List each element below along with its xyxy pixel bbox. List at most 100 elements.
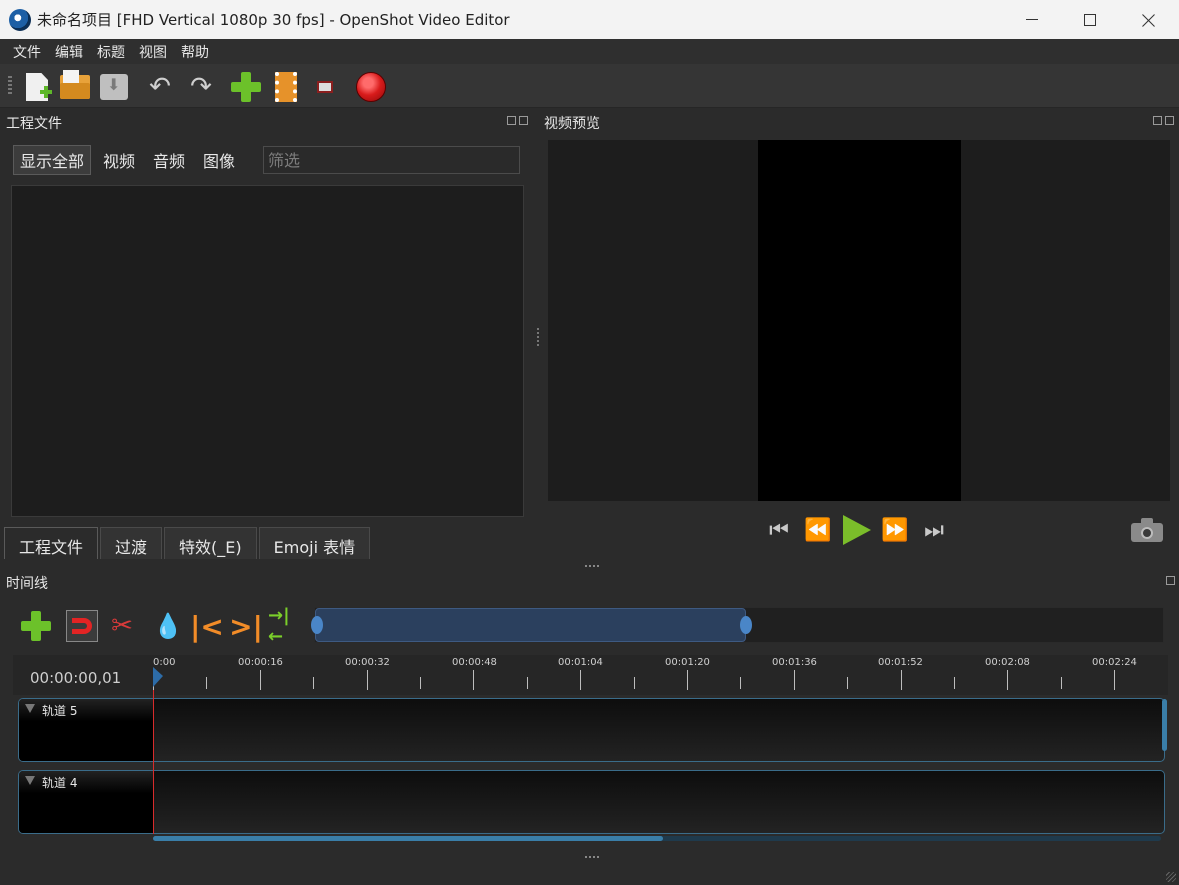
undo-button[interactable]: ↶ [143,70,177,104]
float-dock-icon[interactable] [507,116,516,125]
next-marker-button[interactable]: >| [229,609,263,643]
save-project-button[interactable] [97,70,131,104]
add-track-icon [21,611,51,641]
float-dock-icon[interactable] [1153,116,1162,125]
plus-badge-icon [40,86,52,98]
ruler-tick [580,670,582,690]
minimize-button[interactable] [1003,0,1061,39]
zoom-handle-right[interactable] [740,616,752,634]
ruler-tick [954,677,955,689]
timeline-ruler[interactable]: 00:00:00,01 0:00 00:00:16 00:00:32 00:00… [13,655,1168,695]
menu-title[interactable]: 标题 [90,42,132,62]
menu-help[interactable]: 帮助 [174,42,216,62]
window-title-bar: 未命名项目 [FHD Vertical 1080p 30 fps] - Open… [0,0,1179,39]
save-frame-button[interactable] [1131,518,1163,542]
close-dock-icon[interactable] [1165,116,1174,125]
ruler-tick [1114,670,1116,690]
ruler-tick [313,677,315,689]
close-dock-icon[interactable] [519,116,528,125]
bottom-splitter[interactable] [585,856,601,858]
maximize-button[interactable] [1061,0,1119,39]
export-video-button[interactable] [354,70,388,104]
open-project-button[interactable] [58,70,92,104]
redo-button[interactable]: ↷ [184,70,218,104]
scissors-icon: ✂ [111,611,133,641]
track-header[interactable]: 轨道 5 [19,699,154,761]
skip-back-icon: ⏮ [769,517,789,543]
menu-view[interactable]: 视图 [132,42,174,62]
playhead-line [153,690,154,834]
center-on-playhead-icon: →|← [268,605,290,647]
jump-to-start-button[interactable]: ⏮ [763,513,795,547]
previous-marker-button[interactable]: |< [190,609,224,643]
timeline-zoom-slider[interactable] [311,607,1164,643]
fast-forward-button[interactable]: ⏩ [879,513,911,547]
save-project-icon [100,74,128,100]
video-preview-dock-title: 视频预览 [544,116,600,132]
ruler-label: 00:01:36 [772,657,817,668]
track-name: 轨道 5 [42,704,78,718]
track-row[interactable]: 轨道 5 [18,698,1165,762]
close-icon [1142,13,1156,27]
vertical-splitter[interactable] [537,328,539,346]
close-button[interactable] [1120,0,1178,39]
zoom-handle-left[interactable] [311,616,323,634]
play-button[interactable] [841,513,873,547]
horizontal-splitter[interactable] [585,565,601,567]
filter-input[interactable] [263,146,520,174]
ruler-label: 00:02:24 [1092,657,1137,668]
menu-file[interactable]: 文件 [6,42,48,62]
minimize-icon [1026,19,1038,20]
toolbar-grip[interactable] [8,76,12,96]
preview-dock-controls [1153,116,1174,125]
center-timeline-button[interactable]: →|← [268,605,302,647]
fullscreen-button[interactable] [308,70,342,104]
filter-image[interactable]: 图像 [197,146,241,174]
rewind-icon: ⏪ [804,517,832,543]
snapping-toggle[interactable] [65,609,99,643]
ruler-tick [526,677,528,689]
float-dock-icon[interactable] [1166,576,1175,585]
zoom-range[interactable] [315,608,746,642]
project-files-dock-controls [507,116,528,125]
ruler-tick [793,670,795,690]
filter-show-all[interactable]: 显示全部 [13,145,92,175]
track-collapse-icon[interactable] [25,704,35,713]
rewind-button[interactable]: ⏪ [802,513,834,547]
file-filter-bar: 显示全部 视频 音频 图像 [13,144,523,176]
main-toolbar: ↶ ↷ [0,64,1179,108]
menu-edit[interactable]: 编辑 [48,42,90,62]
timeline-horizontal-scrollbar[interactable] [153,836,663,841]
ruler-tick [633,677,635,689]
window-title: 未命名项目 [FHD Vertical 1080p 30 fps] - Open… [37,11,510,29]
add-marker-button[interactable]: 💧 [151,609,185,643]
playhead-handle[interactable] [153,667,163,687]
fullscreen-icon [317,81,333,93]
fast-forward-icon: ⏩ [881,517,909,543]
ruler-label: 00:01:04 [558,657,603,668]
choose-profile-button[interactable] [269,70,303,104]
filter-video[interactable]: 视频 [97,146,141,174]
ruler-label: 0:00 [153,657,176,668]
magnet-icon [66,610,98,642]
timeline-vertical-scrollbar[interactable] [1162,699,1167,751]
track-row[interactable]: 轨道 4 [18,770,1165,834]
track-header[interactable]: 轨道 4 [19,771,154,833]
track-collapse-icon[interactable] [25,776,35,785]
import-files-button[interactable] [229,70,263,104]
ruler-label: 00:02:08 [985,657,1030,668]
window-resize-grip[interactable] [1166,872,1176,882]
track-name: 轨道 4 [42,776,78,790]
next-marker-icon: >| [229,609,263,643]
ruler-tick [473,670,475,690]
add-track-button[interactable] [19,609,53,643]
previous-marker-icon: |< [190,609,224,643]
jump-to-end-button[interactable]: ⏭ [918,513,950,547]
new-project-button[interactable] [20,70,54,104]
video-frame [758,140,961,501]
ruler-tick [740,677,742,689]
filter-audio[interactable]: 音频 [147,146,191,174]
project-files-list[interactable] [11,185,524,517]
razor-tool-button[interactable]: ✂ [105,609,139,643]
playhead-timecode: 00:00:00,01 [30,669,122,687]
